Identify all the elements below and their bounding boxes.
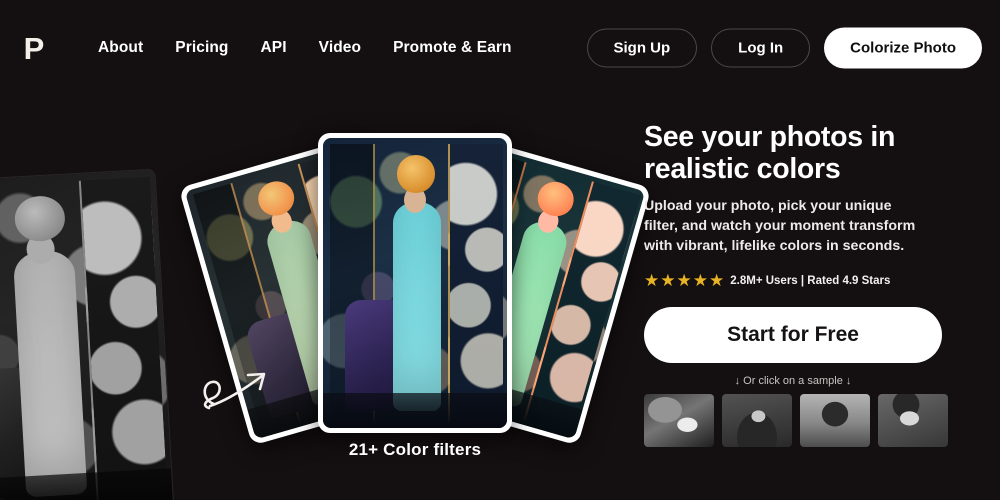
nav-link-pricing[interactable]: Pricing	[175, 39, 228, 57]
star-icon: ★	[709, 271, 725, 291]
nav-actions: Sign Up Log In Colorize Photo	[586, 27, 982, 69]
rating-row: ★ ★ ★ ★ ★ 2.8M+ Users | Rated 4.9 Stars	[644, 272, 964, 289]
nav-link-about[interactable]: About	[98, 39, 143, 57]
star-icon: ★	[692, 271, 708, 291]
nav-link-api[interactable]: API	[261, 39, 287, 57]
color-filters-caption: 21+ Color filters	[348, 440, 482, 459]
sample-hint-text: ↓ Or click on a sample ↓	[734, 375, 852, 388]
hero-copy: See your photos in realistic colors Uplo…	[644, 121, 964, 448]
sign-up-button[interactable]: Sign Up	[586, 28, 698, 68]
star-icon: ★	[660, 271, 676, 291]
star-icon: ★	[676, 271, 692, 291]
sample-thumbnail-4[interactable]	[878, 394, 948, 448]
primary-nav: About Pricing API Video Promote & Earn	[98, 39, 512, 57]
star-icon: ★	[644, 271, 660, 291]
sample-thumbnail-1[interactable]	[644, 394, 714, 448]
start-for-free-button[interactable]: Start for Free	[644, 307, 942, 364]
hero-subhead: Upload your photo, pick your unique filt…	[644, 197, 916, 255]
star-rating-icons: ★ ★ ★ ★ ★	[644, 272, 724, 289]
colorized-card-center[interactable]	[318, 133, 512, 433]
colorized-card-center-image	[323, 138, 507, 428]
sample-thumbnails	[644, 394, 964, 448]
sample-thumbnail-3[interactable]	[800, 394, 870, 448]
page-title: See your photos in realistic colors	[644, 121, 896, 185]
rating-text: 2.8M+ Users | Rated 4.9 Stars	[730, 274, 891, 287]
nav-link-promote-earn[interactable]: Promote & Earn	[393, 39, 512, 57]
colorize-photo-button[interactable]: Colorize Photo	[824, 27, 982, 69]
curly-arrow-icon	[203, 372, 266, 410]
top-navbar: P About Pricing API Video Promote & Earn…	[0, 0, 1000, 96]
landing-page: P About Pricing API Video Promote & Earn…	[0, 0, 1000, 500]
nav-link-video[interactable]: Video	[319, 39, 361, 57]
brand-logo[interactable]: P	[14, 28, 54, 68]
sample-thumbnail-2[interactable]	[722, 394, 792, 448]
log-in-button[interactable]: Log In	[711, 28, 811, 68]
